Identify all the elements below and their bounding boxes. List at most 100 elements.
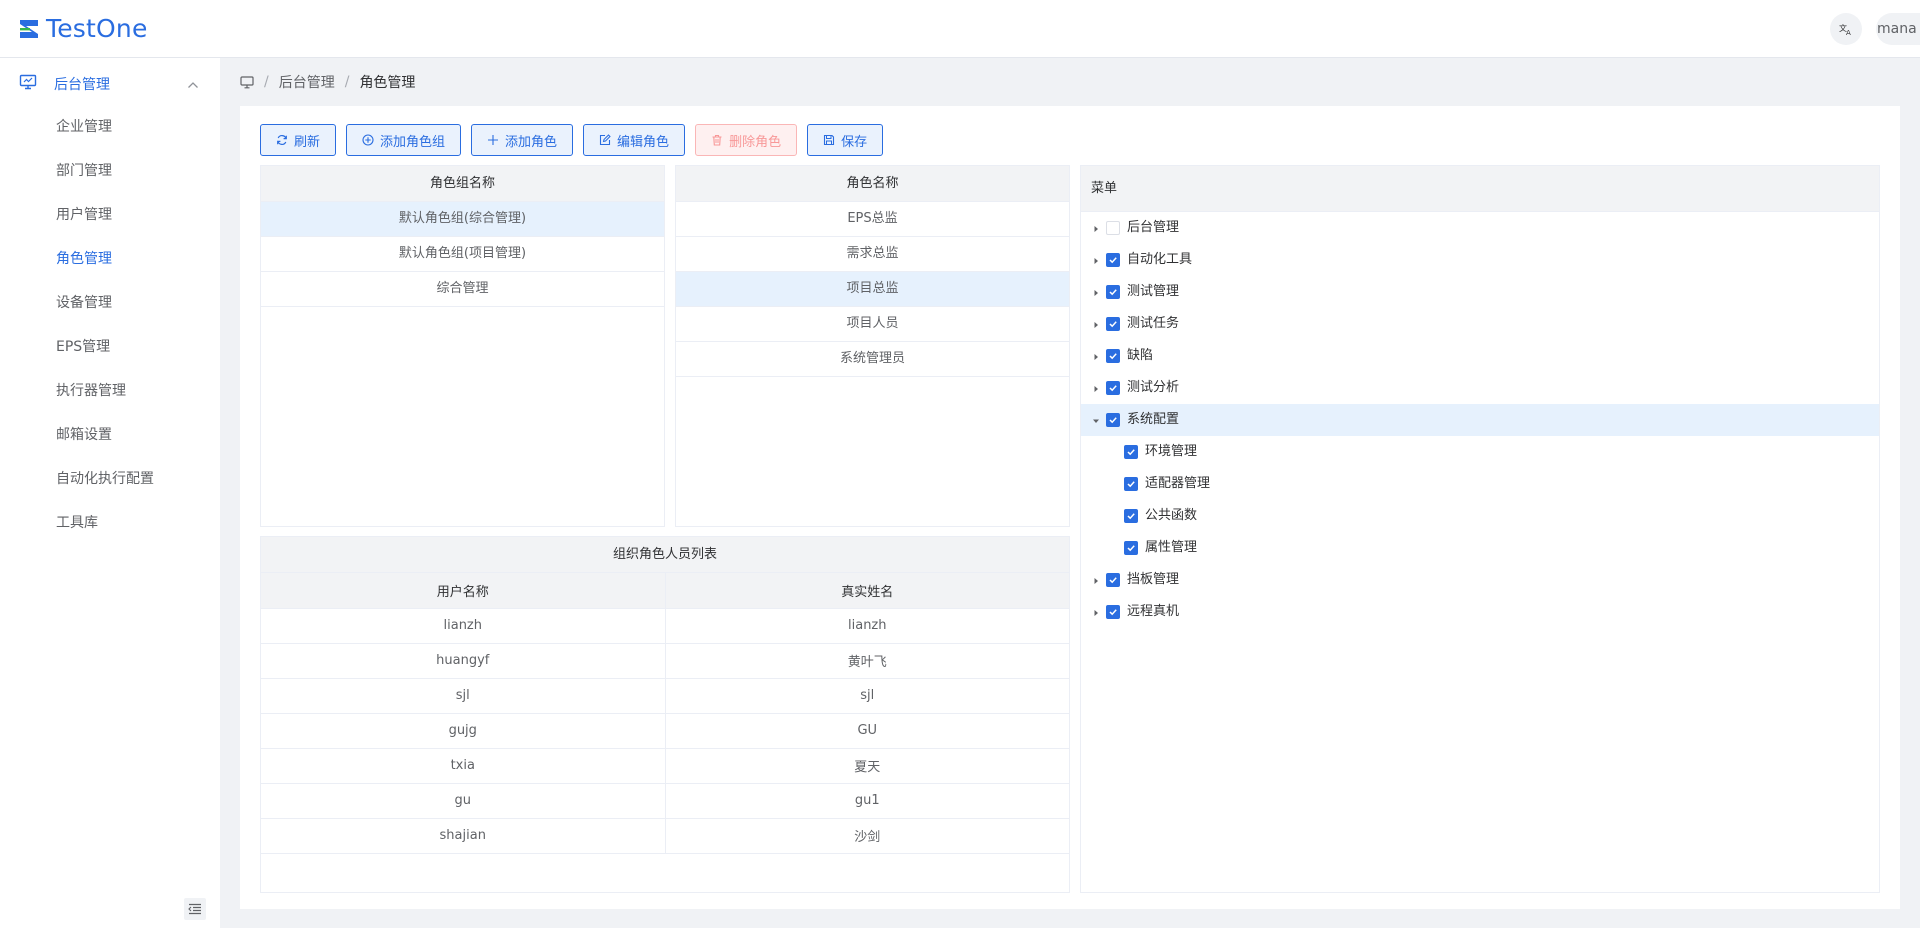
language-switch-button[interactable]: 文 A bbox=[1830, 13, 1862, 45]
checkbox-checked[interactable] bbox=[1106, 253, 1120, 267]
breadcrumb-backend[interactable]: 后台管理 bbox=[279, 72, 335, 92]
role-row[interactable]: 需求总监 bbox=[676, 237, 1069, 272]
table-row[interactable]: gu gu1 bbox=[261, 783, 1069, 819]
table-row[interactable]: txia 夏天 bbox=[261, 748, 1069, 784]
tree-node-system-config[interactable]: 系统配置 bbox=[1081, 404, 1879, 436]
refresh-button[interactable]: 刷新 bbox=[260, 124, 337, 156]
sidebar-item-automation-config[interactable]: 自动化执行配置 bbox=[56, 469, 154, 489]
checkbox-checked[interactable] bbox=[1124, 477, 1138, 491]
caret-down-icon[interactable] bbox=[1091, 415, 1101, 425]
role-group-row[interactable]: 综合管理 bbox=[261, 272, 664, 307]
username-cell: huangyf bbox=[261, 643, 666, 679]
user-menu-button[interactable]: mana bbox=[1876, 13, 1920, 45]
caret-right-icon[interactable] bbox=[1091, 383, 1101, 393]
checkbox-checked[interactable] bbox=[1124, 509, 1138, 523]
column-header-realname: 真实姓名 bbox=[665, 573, 1069, 609]
realname-cell: lianzh bbox=[665, 608, 1069, 644]
checkbox-checked[interactable] bbox=[1106, 285, 1120, 299]
role-row[interactable]: 系统管理员 bbox=[676, 342, 1069, 377]
role-group-header: 角色组名称 bbox=[261, 166, 664, 202]
tree-node-adapter[interactable]: 适配器管理 bbox=[1081, 468, 1879, 500]
logo-text: TestOne bbox=[46, 14, 148, 43]
tree-node-test-management[interactable]: 测试管理 bbox=[1081, 276, 1879, 308]
toolbar: 刷新 添加角色组 添加角色 编辑角色 删除角色 保存 bbox=[260, 124, 884, 156]
table-row[interactable]: shajian 沙剑 bbox=[261, 818, 1069, 854]
caret-right-icon[interactable] bbox=[1091, 351, 1101, 361]
table-row[interactable]: huangyf 黄叶飞 bbox=[261, 643, 1069, 679]
table-row[interactable]: sjl sjl bbox=[261, 678, 1069, 714]
checkbox-checked[interactable] bbox=[1124, 445, 1138, 459]
checkbox-checked[interactable] bbox=[1106, 573, 1120, 587]
column-header-username: 用户名称 bbox=[261, 573, 666, 609]
sidebar-collapse-button[interactable] bbox=[184, 898, 206, 920]
save-button[interactable]: 保存 bbox=[807, 124, 884, 156]
tree-node-label: 系统配置 bbox=[1127, 412, 1180, 427]
role-row[interactable]: 项目总监 bbox=[676, 272, 1069, 307]
role-group-panel: 角色组名称 默认角色组(综合管理) 默认角色组(项目管理) 综合管理 bbox=[260, 165, 665, 527]
logo[interactable]: TestOne bbox=[18, 14, 148, 44]
members-panel: 组织角色人员列表 用户名称 真实姓名 lianzh lianzh huangyf… bbox=[260, 536, 1070, 893]
sidebar-item-role[interactable]: 角色管理 bbox=[56, 249, 112, 269]
svg-text:A: A bbox=[1846, 29, 1851, 36]
add-role-group-button[interactable]: 添加角色组 bbox=[346, 124, 462, 156]
tree-node-test-tasks[interactable]: 测试任务 bbox=[1081, 308, 1879, 340]
role-panel: 角色名称 EPS总监 需求总监 项目总监 项目人员 系统管理员 bbox=[675, 165, 1070, 527]
tree-node-baffle[interactable]: 挡板管理 bbox=[1081, 564, 1879, 596]
home-monitor-icon[interactable] bbox=[240, 75, 254, 89]
checkbox-checked[interactable] bbox=[1106, 413, 1120, 427]
sidebar-group-backend[interactable]: 后台管理 bbox=[0, 66, 220, 100]
main-card: 刷新 添加角色组 添加角色 编辑角色 删除角色 保存 角色组名称 默认角色组(综… bbox=[240, 106, 1900, 909]
monitor-icon bbox=[19, 74, 37, 94]
plus-circle-icon bbox=[362, 134, 374, 146]
tree-node-test-analysis[interactable]: 测试分析 bbox=[1081, 372, 1879, 404]
checkbox-checked[interactable] bbox=[1106, 349, 1120, 363]
sidebar-item-toolbox[interactable]: 工具库 bbox=[56, 513, 98, 533]
caret-right-icon[interactable] bbox=[1091, 319, 1101, 329]
checkbox-checked[interactable] bbox=[1106, 381, 1120, 395]
tree-node-automation-tools[interactable]: 自动化工具 bbox=[1081, 244, 1879, 276]
sidebar-item-enterprise[interactable]: 企业管理 bbox=[56, 117, 112, 137]
sidebar-item-device[interactable]: 设备管理 bbox=[56, 293, 112, 313]
edit-role-button[interactable]: 编辑角色 bbox=[583, 124, 686, 156]
table-row[interactable]: gujg GU bbox=[261, 713, 1069, 749]
chevron-up-icon bbox=[187, 77, 199, 93]
sidebar-item-department[interactable]: 部门管理 bbox=[56, 161, 112, 181]
checkbox-checked[interactable] bbox=[1124, 541, 1138, 555]
sidebar-group-label: 后台管理 bbox=[54, 77, 110, 93]
table-row[interactable]: lianzh lianzh bbox=[261, 608, 1069, 644]
caret-right-icon[interactable] bbox=[1091, 255, 1101, 265]
sidebar-item-eps[interactable]: EPS管理 bbox=[56, 337, 110, 357]
username-cell: lianzh bbox=[261, 608, 666, 644]
menu-tree: 后台管理自动化工具测试管理 测试任务 缺陷 测试分析系统配置环境管理适配器管理公共函数… bbox=[1081, 212, 1879, 628]
caret-right-icon[interactable] bbox=[1091, 287, 1101, 297]
translate-icon: 文 A bbox=[1839, 23, 1851, 36]
role-row[interactable]: EPS总监 bbox=[676, 202, 1069, 237]
tree-node-label: 适配器管理 bbox=[1145, 476, 1211, 491]
tree-node-defects[interactable]: 缺陷 bbox=[1081, 340, 1879, 372]
role-group-row[interactable]: 默认角色组(综合管理) bbox=[261, 202, 664, 237]
sidebar-item-mailbox[interactable]: 邮箱设置 bbox=[56, 425, 112, 445]
checkbox-checked[interactable] bbox=[1106, 317, 1120, 331]
realname-cell: 夏天 bbox=[665, 748, 1069, 784]
checkbox-checked[interactable] bbox=[1106, 605, 1120, 619]
caret-right-icon[interactable] bbox=[1091, 607, 1101, 617]
caret-right-icon[interactable] bbox=[1091, 223, 1101, 233]
tree-node-label: 后台管理 bbox=[1127, 220, 1180, 235]
tree-node-label: 自动化工具 bbox=[1127, 252, 1193, 267]
tree-node-environment[interactable]: 环境管理 bbox=[1081, 436, 1879, 468]
tree-node-properties[interactable]: 属性管理 bbox=[1081, 532, 1879, 564]
tree-node-backend[interactable]: 后台管理 bbox=[1081, 212, 1879, 244]
role-group-row[interactable]: 默认角色组(项目管理) bbox=[261, 237, 664, 272]
sidebar-item-user[interactable]: 用户管理 bbox=[56, 205, 112, 225]
caret-right-icon[interactable] bbox=[1091, 575, 1101, 585]
realname-cell: gu1 bbox=[665, 783, 1069, 819]
tree-node-remote-device[interactable]: 远程真机 bbox=[1081, 596, 1879, 628]
sidebar-item-executor[interactable]: 执行器管理 bbox=[56, 381, 126, 401]
checkbox-unchecked[interactable] bbox=[1106, 221, 1120, 235]
delete-role-button[interactable]: 删除角色 bbox=[695, 124, 798, 156]
menu-tree-panel: 菜单 后台管理 自动化工具 测试管理 测试任务 缺陷 测试分析 系统配置 环境管理 适配器管理公… bbox=[1080, 165, 1880, 893]
members-table: 用户名称 真实姓名 lianzh lianzh huangyf 黄叶飞 sjl … bbox=[261, 573, 1069, 854]
role-row[interactable]: 项目人员 bbox=[676, 307, 1069, 342]
add-role-button[interactable]: 添加角色 bbox=[471, 124, 574, 156]
tree-node-public-functions[interactable]: 公共函数 bbox=[1081, 500, 1879, 532]
